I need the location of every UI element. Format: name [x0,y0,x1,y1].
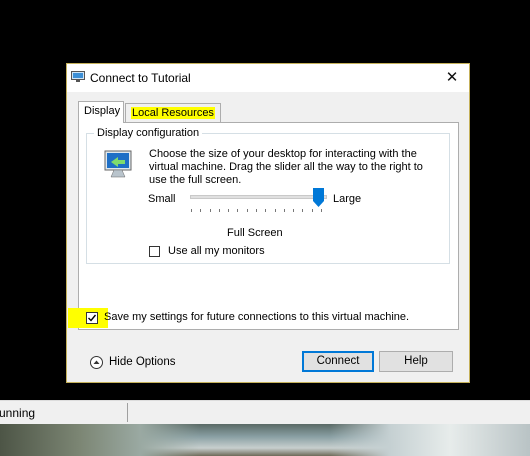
slider-ticks [191,209,322,212]
tab-local-resources[interactable]: Local Resources [125,103,221,124]
slider-tick [191,209,192,212]
slider-tick [283,209,285,212]
slider-max-label: Large [333,193,362,205]
size-slider-track[interactable] [190,195,327,199]
save-settings-checkbox[interactable] [86,312,98,324]
status-text: unning [0,406,36,420]
tab-local-resources-label: Local Resources [131,107,215,119]
use-all-monitors-checkbox[interactable] [149,246,160,257]
slider-tick [256,209,257,212]
check-icon [88,314,97,322]
close-icon: ✕ [445,69,459,86]
slider-tick [265,209,267,212]
preview-sky [330,424,530,456]
slider-tick [321,209,322,212]
slider-tick [228,209,230,212]
slider-tick [302,209,304,212]
monitor-icon [104,150,132,178]
slider-tick [311,209,313,212]
slider-tick [209,209,211,212]
title-bar[interactable]: Connect to Tutorial ✕ [67,64,469,92]
slider-tick [237,209,239,212]
status-bar: unning [0,400,530,425]
tab-display[interactable]: Display [78,101,124,123]
connect-dialog: Connect to Tutorial ✕ Display Local Reso… [66,63,470,383]
slider-tick [274,209,276,212]
slider-tick [246,209,248,212]
preview-foliage [0,424,200,456]
save-settings-label: Save my settings for future connections … [104,311,410,323]
tab-display-label: Display [84,105,121,117]
computer-icon [71,71,85,82]
close-button[interactable]: ✕ [435,64,469,92]
slider-min-label: Small [148,193,176,205]
dialog-title: Connect to Tutorial [90,71,191,85]
slider-tick [218,209,220,212]
hide-options-link[interactable]: Hide Options [109,356,175,368]
size-slider-thumb[interactable] [313,188,324,207]
vm-preview-image [0,424,530,456]
slider-value-label: Full Screen [227,227,283,239]
help-button[interactable]: Help [379,351,453,372]
status-separator [127,403,128,422]
connect-button[interactable]: Connect [302,351,374,372]
chevron-up-icon[interactable] [90,356,103,369]
display-description: Choose the size of your desktop for inte… [149,148,423,186]
use-all-monitors-label: Use all my monitors [168,245,265,257]
slider-tick [293,209,295,212]
group-title: Display configuration [94,127,203,139]
slider-tick [200,209,202,212]
